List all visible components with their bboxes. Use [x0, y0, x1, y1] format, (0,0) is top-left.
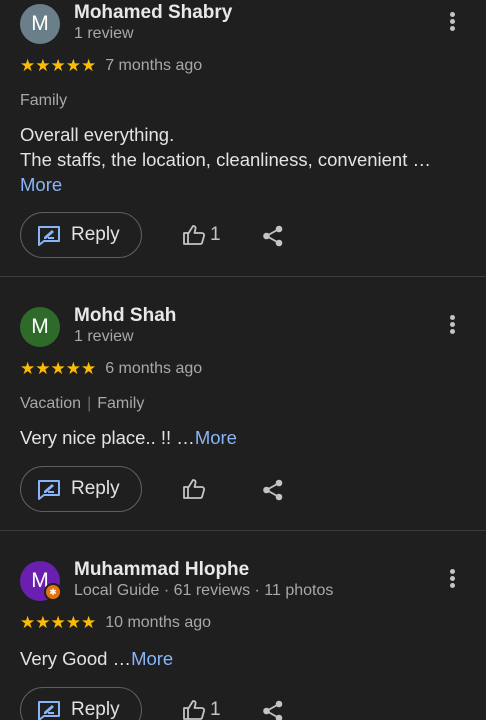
share-button[interactable] — [262, 479, 284, 506]
share-icon — [263, 225, 283, 247]
reviewer-name[interactable]: Mohd Shah — [74, 305, 176, 327]
trip-tags: Vacation | Family — [20, 395, 144, 413]
tag-separator: | — [87, 395, 92, 412]
reply-label: Reply — [71, 699, 120, 720]
avatar-letter: M — [31, 315, 49, 338]
reply-button[interactable]: Reply — [20, 212, 142, 258]
avatar-letter: M — [31, 12, 49, 35]
reply-button[interactable]: Reply — [20, 687, 142, 720]
like-count: 1 — [210, 699, 221, 720]
thumbs-up-icon — [183, 479, 206, 499]
star-rating: ★★★★★ — [20, 613, 97, 632]
tag: Family — [20, 92, 68, 109]
review-date: 10 months ago — [105, 614, 212, 631]
local-guide-badge-icon: ✱ — [44, 583, 62, 601]
share-icon — [263, 479, 283, 501]
reviewer-subtitle: 1 review — [74, 25, 134, 42]
share-icon — [263, 700, 283, 720]
star-rating: ★★★★★ — [20, 359, 97, 378]
reply-button[interactable]: Reply — [20, 466, 142, 512]
more-vert-icon[interactable] — [444, 10, 460, 36]
thumbs-up-icon — [183, 700, 206, 720]
edit-reply-icon — [38, 226, 60, 246]
review-text: Very Good …More — [20, 646, 173, 671]
review-card: M ✱ Muhammad Hlophe Local Guide · 61 rev… — [0, 531, 486, 720]
edit-reply-icon — [38, 480, 60, 500]
review-text-line: The staffs, the location, cleanliness, c… — [20, 149, 432, 170]
review-date: 6 months ago — [105, 360, 203, 377]
reviewer-name[interactable]: Mohamed Shabry — [74, 2, 232, 24]
reviewer-name[interactable]: Muhammad Hlophe — [74, 559, 249, 581]
trip-tags: Family — [20, 92, 67, 110]
reply-label: Reply — [71, 224, 120, 245]
review-card: M Mohd Shah 1 review ★★★★★ 6 months ago V… — [0, 277, 486, 530]
review-text: Overall everything. The staffs, the loca… — [20, 122, 431, 197]
rating-row: ★★★★★ 7 months ago — [20, 56, 202, 76]
avatar[interactable]: M — [20, 307, 60, 347]
like-count: 1 — [210, 224, 221, 245]
more-link[interactable]: More — [131, 648, 173, 669]
review-date: 7 months ago — [105, 57, 203, 74]
star-rating: ★★★★★ — [20, 56, 97, 75]
review-text: Very nice place.. !! …More — [20, 425, 237, 450]
reviewer-subtitle: Local Guide · 61 reviews · 11 photos — [74, 582, 334, 599]
more-vert-icon[interactable] — [444, 313, 460, 339]
thumbs-up-icon — [183, 225, 206, 245]
review-card: M Mohamed Shabry 1 review ★★★★★ 7 months … — [0, 0, 486, 276]
edit-reply-icon — [38, 701, 60, 720]
tag: Family — [97, 395, 145, 412]
rating-row: ★★★★★ 6 months ago — [20, 359, 202, 379]
more-link[interactable]: More — [195, 427, 237, 448]
reviewer-subtitle: 1 review — [74, 328, 134, 345]
review-text-line: Overall everything. — [20, 124, 175, 145]
more-vert-icon[interactable] — [444, 567, 460, 593]
review-text-line: Very Good … — [20, 648, 132, 669]
share-button[interactable] — [262, 700, 284, 720]
avatar[interactable]: M — [20, 4, 60, 44]
tag: Vacation — [20, 395, 82, 412]
more-link[interactable]: More — [20, 172, 431, 197]
rating-row: ★★★★★ 10 months ago — [20, 613, 211, 633]
share-button[interactable] — [262, 225, 284, 252]
reply-label: Reply — [71, 478, 120, 499]
review-text-line: Very nice place.. !! … — [20, 427, 195, 448]
